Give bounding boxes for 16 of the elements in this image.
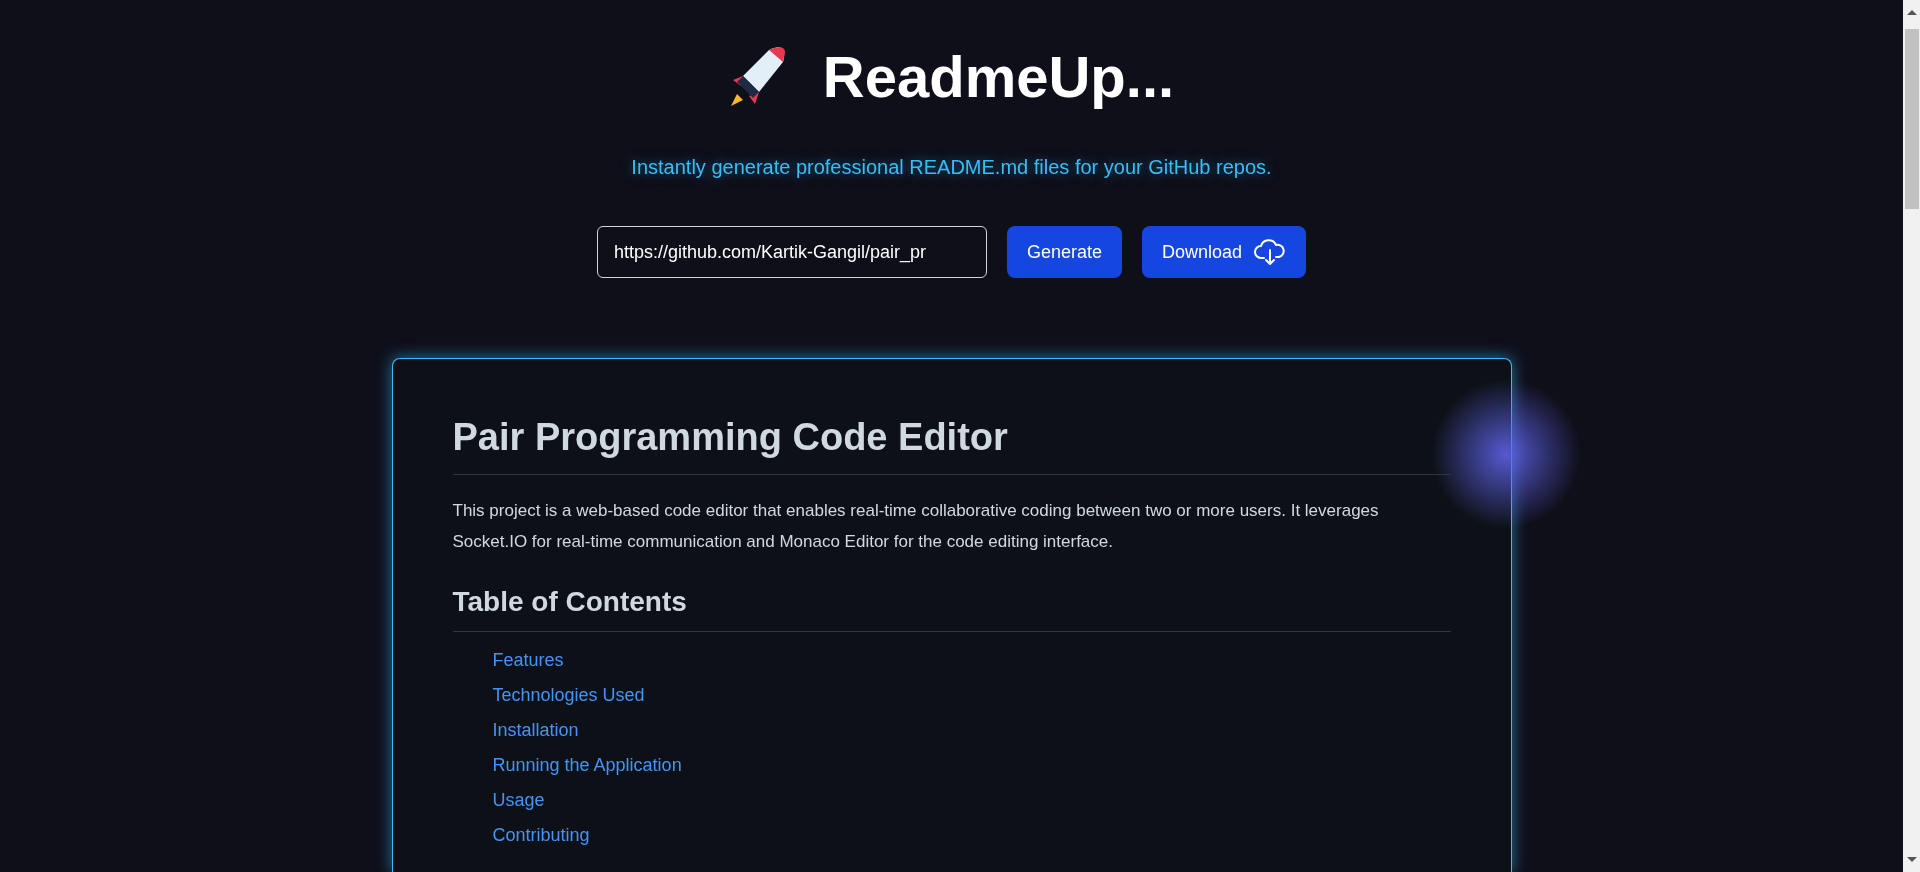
toc-link[interactable]: Technologies Used [492,683,645,707]
toc-link[interactable]: Contributing [492,823,590,847]
cloud-download-icon [1254,238,1287,266]
readme-title: Pair Programming Code Editor [452,409,1451,475]
toc-link[interactable]: Running the Application [492,753,682,777]
toc-heading: Table of Contents [452,581,1451,632]
toc-link[interactable]: Features [492,648,564,672]
scrollbar-drawing[interactable] [1903,0,1920,872]
tagline: Instantly generate professional README.md files for your GitHub repos. [631,155,1272,180]
download-button[interactable]: Download [1142,226,1307,278]
toc-link[interactable]: Usage [492,788,545,812]
toc-link[interactable]: Installation [492,718,579,742]
rocket-icon [728,46,787,108]
generate-button[interactable]: Generate [1006,226,1122,278]
readme-intro: This project is a web-based code editor that enables real-time collaborative coding between two or more users. It leverages Socket.IO for real-time communication and Monaco Editor for the code editing interface. [452,500,1380,553]
repo-url-field[interactable]: https://github.com/Kartik-Gangil/pair_pr [596,226,987,278]
